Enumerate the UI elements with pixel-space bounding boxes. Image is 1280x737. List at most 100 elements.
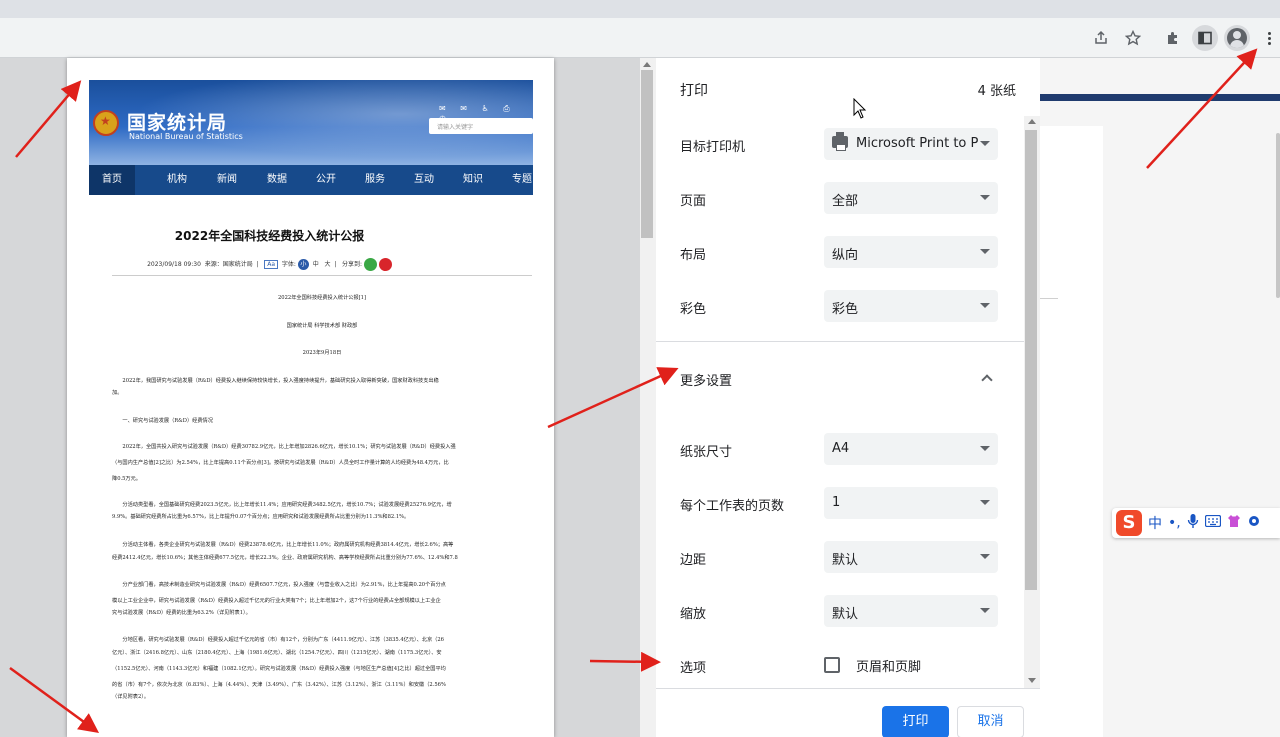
chevron-down-icon (980, 195, 990, 200)
page-scrollbar[interactable] (1276, 133, 1280, 298)
paragraph-line: 9.9%。基础研究经费所占比重为6.57%，比上年提升0.07个百分点；应用研究… (112, 514, 410, 520)
paragraph-line: （详见附表2）。 (112, 694, 150, 700)
options-label: 选项 (680, 661, 707, 676)
paper-size-label: 纸张尺寸 (680, 445, 733, 460)
paragraph-line: 亿元）、浙江（2416.8亿元）、山东（2180.4亿元）、上海（1981.6亿… (112, 650, 442, 656)
side-panel-icon[interactable] (1192, 25, 1218, 51)
paragraph-line: 加。 (112, 390, 123, 396)
national-emblem-icon (93, 110, 119, 136)
site-subtitle: National Bureau of Statistics (129, 132, 243, 141)
ime-skin-icon[interactable] (1227, 514, 1241, 532)
pages-label: 页面 (680, 194, 707, 209)
chevron-down-icon (980, 446, 990, 451)
ime-settings-icon[interactable] (1247, 514, 1261, 532)
article-title: 2022年全国科技经费投入统计公报 (174, 229, 365, 243)
cancel-button[interactable]: 取消 (957, 706, 1024, 737)
preview-scroll-thumb[interactable] (641, 70, 653, 238)
site-search-input: 请输入关键字 (429, 118, 533, 134)
settings-scroll-up-icon[interactable] (1028, 119, 1036, 124)
chevron-up-icon[interactable] (981, 374, 993, 386)
paragraph-line: 2022年，全国共投入研究与试验发展（R&D）经费30782.9亿元，比上年增加… (122, 444, 456, 450)
chevron-down-icon (980, 554, 990, 559)
ime-voice-icon[interactable] (1187, 513, 1199, 533)
paragraph-line: 究与试验发展（R&D）经费的比重为63.2%（详见附表1）。 (112, 610, 251, 616)
print-title: 打印 (680, 83, 708, 99)
print-settings-panel: 打印 4 张纸 目标打印机 Microsoft Print to P 页面 全部… (656, 58, 1040, 737)
preview-scroll-up-icon[interactable] (643, 62, 651, 67)
paper-size-select[interactable]: A4 (824, 433, 998, 465)
paragraph-line: （与国内生产总值[2]之比）为2.54%，比上年提高0.11个百分点[3]。按研… (112, 460, 449, 466)
site-title: 国家统计局 (127, 112, 228, 134)
paragraph-line: 的省（市）有7个，依次为北京（6.83%）、上海（4.44%）、天津（3.49%… (112, 682, 446, 688)
ime-toolbar: S 中 •, (1112, 508, 1280, 538)
print-button[interactable]: 打印 (882, 706, 949, 737)
star-icon[interactable] (1120, 25, 1146, 51)
pages-select[interactable]: 全部 (824, 182, 998, 214)
article-meta: 2023/09/18 09:30 来源：国家统计局 | Aa 字体: 小 中 大… (67, 258, 472, 271)
printer-icon (832, 132, 848, 151)
pages-per-sheet-label: 每个工作表的页数 (680, 499, 785, 514)
nav-item: 知识 (463, 174, 483, 185)
nav-item: 机构 (167, 174, 187, 185)
settings-scroll-thumb[interactable] (1025, 130, 1037, 590)
headers-footers-checkbox[interactable] (824, 657, 840, 673)
share-icon[interactable] (1088, 25, 1114, 51)
more-settings-toggle[interactable]: 更多设置 (680, 370, 732, 389)
destination-select[interactable]: Microsoft Print to P (824, 128, 998, 160)
doc-heading: 2022年全国科技经费投入统计公报[1] (278, 295, 366, 301)
ime-punctuation-icon[interactable]: •, (1168, 515, 1181, 531)
paragraph-line: 2022年，我国研究与试验发展（R&D）经费投入继续保持较快增长，投入强度持续提… (122, 378, 439, 384)
nav-item: 互动 (414, 174, 434, 185)
margins-label: 边距 (680, 553, 707, 568)
footer-divider (656, 688, 1040, 689)
site-header: 国家统计局 National Bureau of Statistics ✉ ✉ … (89, 80, 533, 165)
paragraph-line: 一、研究与试验发展（R&D）经费情况 (122, 418, 213, 424)
section-divider (656, 341, 1024, 342)
doc-date: 2023年9月18日 (302, 350, 342, 356)
color-label: 彩色 (680, 302, 707, 317)
extensions-icon[interactable] (1160, 25, 1186, 51)
layout-select[interactable]: 纵向 (824, 236, 998, 268)
tab-strip (0, 0, 1280, 18)
profile-icon[interactable] (1224, 25, 1250, 51)
chevron-down-icon (980, 141, 990, 146)
nav-item: 服务 (365, 174, 385, 185)
sheet-count: 4 张纸 (977, 84, 1016, 99)
chevron-down-icon (980, 500, 990, 505)
nav-item: 数据 (267, 174, 287, 185)
layout-label: 布局 (680, 248, 707, 263)
browser-toolbar (0, 18, 1280, 58)
paragraph-line: 经费2412.4亿元，增长10.6%；其他主体经费677.5亿元，增长22.3%… (112, 555, 458, 561)
headers-footers-label[interactable]: 页眉和页脚 (856, 656, 921, 675)
nav-item: 专题 (512, 174, 532, 185)
ime-chinese-mode[interactable]: 中 (1148, 513, 1162, 533)
margins-select[interactable]: 默认 (824, 541, 998, 573)
destination-label: 目标打印机 (680, 140, 746, 155)
pages-per-sheet-select[interactable]: 1 (824, 487, 998, 519)
doc-authors: 国家统计局 科学技术部 财政部 (286, 323, 358, 329)
paragraph-line: 分活动类型看，全国基础研究经费2023.5亿元，比上年增长11.4%；应用研究经… (122, 502, 452, 508)
paragraph-line: 模以上工业企业中，研究与试验发展（R&D）经费投入超过千亿元的行业大类有7个；比… (112, 598, 441, 604)
chevron-down-icon (980, 303, 990, 308)
color-select[interactable]: 彩色 (824, 290, 998, 322)
font-size-toggle: Aa (264, 260, 279, 269)
nav-item: 首页 (89, 165, 135, 195)
chevron-down-icon (980, 249, 990, 254)
mouse-cursor-icon (853, 98, 867, 119)
scale-label: 缩放 (680, 607, 707, 622)
paragraph-line: 分产业部门看，高技术制造业研究与试验发展（R&D）经费6507.7亿元，投入强度… (122, 582, 446, 588)
paragraph-line: （1152.5亿元）、河南（1143.3亿元）和福建（1082.1亿元）。研究与… (112, 666, 446, 672)
article-divider (112, 275, 532, 276)
paragraph-line: 降0.5万元。 (112, 476, 141, 482)
paragraph-line: 分活动主体看，各类企业研究与试验发展（R&D）经费23878.6亿元，比上年增长… (122, 542, 454, 548)
nav-item: 公开 (316, 174, 336, 185)
settings-scroll-down-icon[interactable] (1028, 678, 1036, 683)
menu-icon[interactable] (1256, 25, 1280, 51)
chevron-down-icon (980, 608, 990, 613)
scale-select[interactable]: 默认 (824, 595, 998, 627)
ime-keyboard-icon[interactable] (1204, 514, 1221, 531)
nav-item: 新闻 (217, 174, 237, 185)
underlying-page (1040, 58, 1280, 737)
site-nav: 首页 机构 新闻 数据 公开 服务 互动 知识 专题 (89, 165, 533, 195)
sogou-logo-icon[interactable]: S (1116, 510, 1142, 536)
